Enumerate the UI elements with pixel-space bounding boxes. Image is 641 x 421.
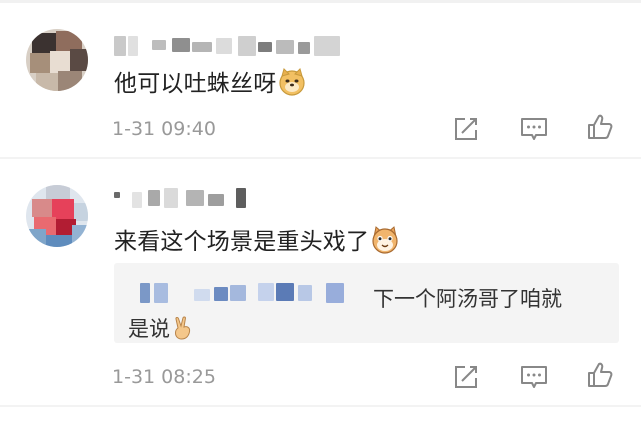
cat-face-icon — [371, 225, 399, 260]
comment-icon — [521, 366, 547, 388]
share-button[interactable] — [451, 362, 481, 392]
comment-text-content: 他可以吐蛛丝呀 — [114, 71, 277, 97]
comment-divider — [0, 157, 641, 159]
comment-button[interactable] — [519, 114, 549, 144]
username-blurred[interactable] — [114, 188, 254, 210]
avatar[interactable] — [26, 185, 88, 247]
username-blurred[interactable] — [114, 36, 344, 58]
avatar[interactable] — [26, 29, 88, 91]
comment-divider — [0, 405, 641, 407]
like-icon — [588, 114, 613, 139]
comment-text-content: 来看这个场景是重头戏了 — [114, 229, 370, 255]
timestamp: 1-31 09:40 — [112, 118, 216, 140]
like-icon — [588, 362, 613, 387]
doge-face-icon — [278, 67, 306, 102]
comment-button[interactable] — [519, 362, 549, 392]
like-button[interactable] — [585, 360, 615, 390]
reply-text-line1: 下一个阿汤哥了咱就 — [373, 287, 562, 311]
share-icon — [455, 118, 477, 140]
reply-box[interactable]: 下一个阿汤哥了咱就 是说 — [114, 263, 619, 343]
comment-icon — [521, 118, 547, 140]
victory-hand-icon — [172, 315, 194, 345]
reply-text-content: 是说 — [128, 317, 170, 341]
share-icon — [455, 366, 477, 388]
reply-text-line2: 是说 — [128, 313, 194, 345]
comment-text: 来看这个场景是重头戏了 — [114, 222, 399, 260]
share-button[interactable] — [451, 114, 481, 144]
comment-text: 他可以吐蛛丝呀 — [114, 64, 306, 102]
timestamp: 1-31 08:25 — [112, 366, 216, 388]
top-divider — [0, 0, 641, 3]
like-button[interactable] — [585, 112, 615, 142]
reply-username-blurred[interactable] — [140, 283, 355, 305]
